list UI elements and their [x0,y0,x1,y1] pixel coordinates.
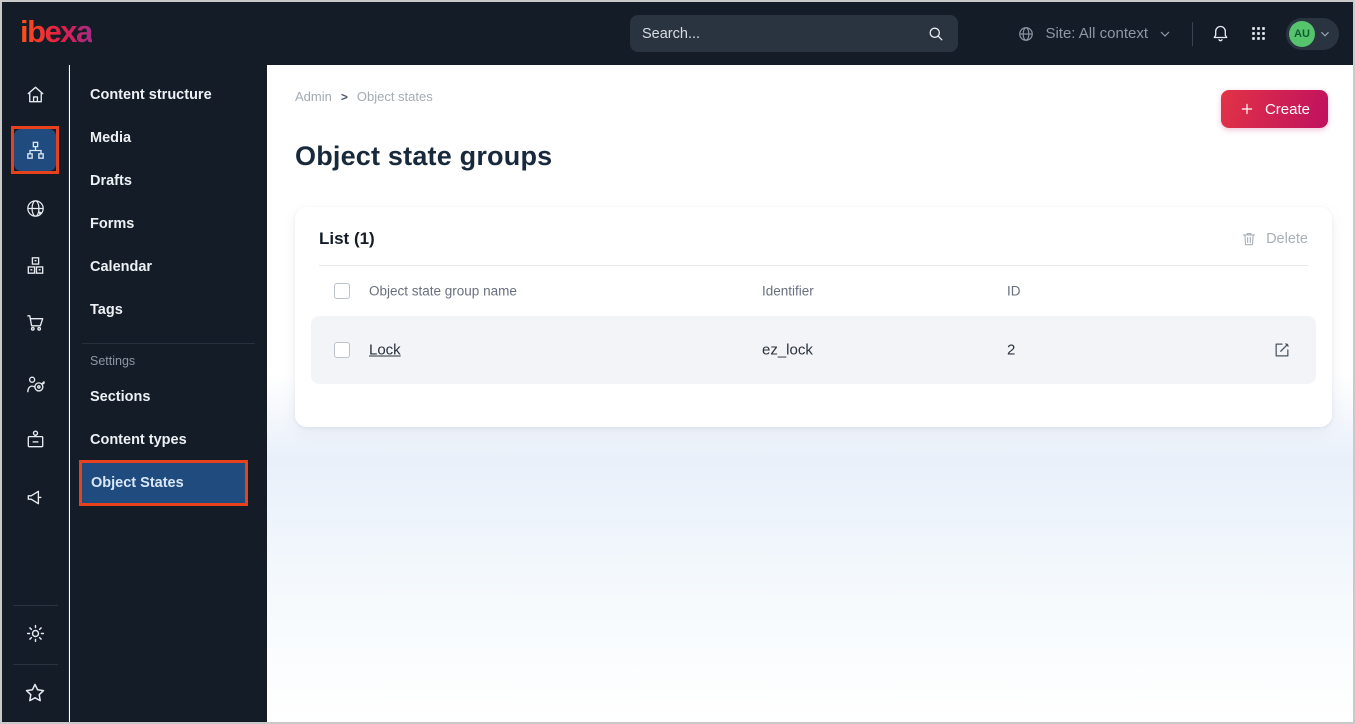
sitemap-icon [24,139,47,162]
globe-icon [1016,24,1036,44]
sidebar-item-content-active[interactable] [11,126,59,174]
sidebar-item-content-types[interactable]: Content types [70,418,267,461]
trash-icon [1240,230,1258,248]
ibexa-logo: ibexa [20,14,93,49]
create-button[interactable]: Create [1220,90,1328,128]
sidebar-item-campaign[interactable] [2,486,68,509]
sidebar-item-product-catalog[interactable] [2,254,68,277]
search-input[interactable] [642,25,926,42]
plus-icon [1239,101,1255,117]
breadcrumb-item-admin[interactable]: Admin [295,89,332,104]
sidebar-item-forms[interactable]: Forms [70,202,267,245]
sidebar-item-label: Object States [91,475,184,491]
sidebar-item-bookmarks[interactable] [2,681,68,705]
delete-button[interactable]: Delete [1240,230,1308,248]
rail-divider [13,664,58,665]
gear-icon [24,622,47,645]
person-target-icon [24,373,47,396]
card-header: List (1) Delete [295,207,1332,249]
sidebar-item-home[interactable] [2,83,68,106]
settings-section-label: Settings [90,354,136,368]
sidebar-item-label: Drafts [90,172,132,189]
badge-icon [24,428,47,451]
sidebar-item-label: Content structure [90,86,212,103]
megaphone-icon [24,486,47,509]
column-header-id: ID [1007,283,1021,299]
chevron-down-icon [1157,26,1173,42]
column-header-identifier: Identifier [762,283,814,299]
breadcrumb: Admin > Object states [295,89,433,104]
avatar: AU [1289,20,1315,47]
delete-button-label: Delete [1266,231,1308,247]
sidebar-item-calendar[interactable]: Calendar [70,245,267,288]
sidebar-item-drafts[interactable]: Drafts [70,159,267,202]
sidebar-item-settings[interactable] [2,622,68,645]
table-row: Lock ez_lock 2 [311,316,1316,384]
annotation-highlight-box: Object States [82,463,245,503]
grid-icon [1249,24,1268,43]
sidebar-item-corporate[interactable] [2,428,68,451]
home-icon [24,83,47,106]
global-search[interactable] [630,15,958,52]
table-header-row: Object state group name Identifier ID [311,266,1316,316]
notifications-button[interactable] [1210,23,1231,44]
globe-cursor-icon [24,197,47,220]
sidebar-item-commerce[interactable] [2,311,68,334]
topbar-right-cluster: Site: All context AU [1016,2,1339,65]
cart-icon [24,311,47,334]
column-header-name: Object state group name [369,283,517,299]
search-icon [926,24,946,44]
sidebar-item-tags[interactable]: Tags [70,288,267,331]
sidebar-section-divider [82,343,255,344]
sidebar-item-personalization[interactable] [2,373,68,396]
top-bar: ibexa Site: All context [2,2,1353,65]
sidebar-item-label: Media [90,129,132,146]
sidebar-item-label: Calendar [90,258,153,275]
app-grid-button[interactable] [1249,24,1268,43]
create-button-label: Create [1264,100,1310,118]
row-id: 2 [1007,341,1016,359]
app-window: ibexa Site: All context [0,0,1355,724]
boxes-icon [24,254,47,277]
sidebar-item-content-structure[interactable]: Content structure [70,73,267,116]
breadcrumb-separator: > [340,89,348,104]
sidebar-item-object-states-active[interactable]: Object States [79,460,248,506]
edit-icon [1272,340,1292,360]
sidebar-item-sections[interactable]: Sections [70,375,267,418]
user-menu[interactable]: AU [1286,17,1339,50]
sidebar-item-site[interactable] [2,197,68,220]
sidebar-item-label: Forms [90,215,135,232]
sidebar-item-label: Sections [90,388,151,405]
sidebar-item-media[interactable]: Media [70,116,267,159]
bell-icon [1210,23,1231,44]
edit-button[interactable] [1272,340,1292,360]
main-content: Admin > Object states Create Object stat… [267,65,1353,722]
annotation-highlight-box [14,129,56,171]
row-identifier: ez_lock [762,341,813,359]
secondary-sidebar: Content structure Media Drafts Forms Cal… [70,65,267,722]
star-icon [23,681,47,705]
topbar-divider [1192,21,1193,46]
chevron-down-icon [1318,27,1332,41]
breadcrumb-item-object-states: Object states [356,89,433,104]
page-title: Object state groups [295,141,553,171]
sidebar-item-label: Tags [90,301,123,318]
icon-rail [2,65,69,722]
row-checkbox[interactable] [334,342,350,358]
site-context-selector[interactable]: Site: All context [1016,24,1173,44]
list-title: List (1) [319,229,375,248]
site-context-label: Site: All context [1045,25,1148,42]
object-state-groups-card: List (1) Delete Object state group name … [295,207,1332,427]
sidebar-item-label: Content types [90,431,187,448]
row-name-link[interactable]: Lock [369,342,401,359]
rail-divider [13,605,58,606]
select-all-checkbox[interactable] [334,283,350,299]
